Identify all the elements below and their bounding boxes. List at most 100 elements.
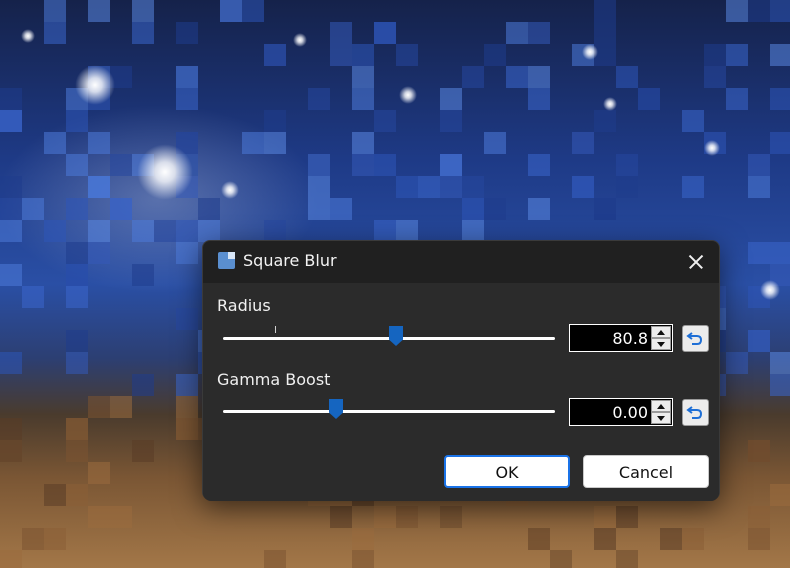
background-pixel (528, 22, 550, 44)
background-pixel (352, 66, 374, 88)
background-pixel (176, 220, 198, 242)
background-pixel (396, 176, 418, 198)
background-pixel (242, 0, 264, 22)
background-pixel (594, 528, 616, 550)
app-icon (218, 252, 235, 269)
radius-spin-down-icon[interactable] (651, 338, 671, 350)
radius-slider[interactable] (223, 326, 555, 350)
background-pixel (0, 110, 22, 132)
gamma-boost-number-field[interactable]: 0.00 (569, 398, 673, 426)
background-pixel (682, 176, 704, 198)
background-star (399, 86, 417, 104)
background-pixel (66, 154, 88, 176)
gamma-boost-reset-button[interactable] (682, 399, 709, 426)
cancel-button[interactable]: Cancel (583, 455, 709, 488)
background-pixel (66, 198, 88, 220)
background-pixel (396, 506, 418, 528)
background-pixel (748, 0, 770, 22)
background-pixel (176, 66, 198, 88)
background-pixel (594, 0, 616, 22)
background-pixel (0, 198, 22, 220)
background-pixel (308, 176, 330, 198)
background-pixel (66, 242, 88, 264)
background-pixel (264, 220, 286, 242)
radius-slider-thumb[interactable] (389, 326, 403, 346)
background-pixel (770, 242, 790, 264)
background-pixel (0, 352, 22, 374)
background-pixel (132, 22, 154, 44)
background-pixel (264, 550, 286, 568)
background-pixel (88, 176, 110, 198)
gamma-boost-slider[interactable] (223, 399, 555, 423)
background-pixel (770, 374, 790, 396)
background-pixel (462, 220, 484, 242)
background-pixel (572, 132, 594, 154)
background-pixel (44, 528, 66, 550)
gamma-boost-spin-up-icon[interactable] (651, 400, 671, 412)
background-pixel (0, 264, 22, 286)
background-pixel (66, 110, 88, 132)
gamma-boost-slider-thumb[interactable] (329, 399, 343, 419)
reset-arrow-icon (686, 406, 703, 419)
background-pixel (704, 44, 726, 66)
dialog-title: Square Blur (243, 251, 337, 270)
gamma-boost-label: Gamma Boost (217, 370, 331, 389)
background-pixel (44, 22, 66, 44)
background-pixel (726, 44, 748, 66)
close-icon[interactable] (681, 247, 711, 277)
background-star (221, 181, 239, 199)
background-pixel (638, 88, 660, 110)
background-pixel (352, 154, 374, 176)
background-pixel (660, 528, 682, 550)
radius-reset-button[interactable] (682, 325, 709, 352)
gamma-boost-spin-down-icon[interactable] (651, 412, 671, 424)
background-pixel (528, 528, 550, 550)
background-pixel (528, 88, 550, 110)
background-pixel (528, 198, 550, 220)
radius-value[interactable]: 80.8 (612, 329, 648, 348)
background-pixel (616, 550, 638, 568)
background-pixel (726, 88, 748, 110)
background-pixel (88, 242, 110, 264)
background-pixel (66, 330, 88, 352)
background-pixel (726, 352, 748, 374)
background-pixel (242, 132, 264, 154)
background-pixel (132, 374, 154, 396)
background-pixel (440, 506, 462, 528)
background-pixel (616, 66, 638, 88)
background-pixel (506, 66, 528, 88)
ok-button[interactable]: OK (444, 455, 570, 488)
background-pixel (594, 506, 616, 528)
background-pixel (594, 110, 616, 132)
background-pixel (88, 462, 110, 484)
background-star (75, 65, 115, 105)
background-pixel (66, 484, 88, 506)
background-pixel (132, 264, 154, 286)
background-pixel (198, 220, 220, 242)
gamma-boost-value[interactable]: 0.00 (612, 403, 648, 422)
background-pixel (88, 506, 110, 528)
background-pixel (88, 396, 110, 418)
background-pixel (616, 506, 638, 528)
background-pixel (572, 176, 594, 198)
background-pixel (748, 242, 770, 264)
background-pixel (44, 0, 66, 22)
background-pixel (770, 132, 790, 154)
background-pixel (66, 418, 88, 440)
background-pixel (110, 154, 132, 176)
radius-label: Radius (217, 296, 271, 315)
background-pixel (396, 44, 418, 66)
background-pixel (330, 198, 352, 220)
radius-number-field[interactable]: 80.8 (569, 324, 673, 352)
background-pixel (594, 22, 616, 44)
background-pixel (66, 440, 88, 462)
background-pixel (132, 440, 154, 462)
background-pixel (748, 154, 770, 176)
background-pixel (0, 88, 22, 110)
background-pixel (528, 154, 550, 176)
radius-spin-up-icon[interactable] (651, 326, 671, 338)
background-pixel (462, 176, 484, 198)
background-pixel (308, 154, 330, 176)
background-pixel (88, 220, 110, 242)
background-pixel (66, 352, 88, 374)
